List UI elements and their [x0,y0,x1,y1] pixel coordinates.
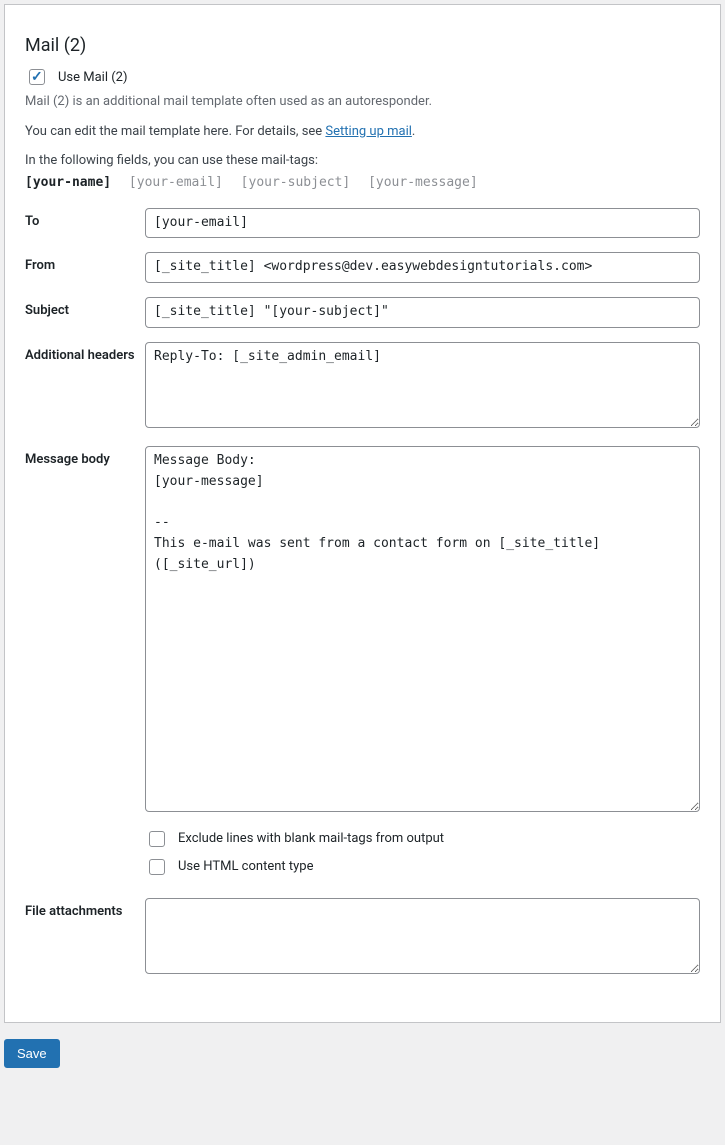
body-label: Message body [25,446,145,467]
mail-tag-your-email: [your-email] [129,175,223,190]
body-textarea[interactable] [145,446,700,812]
attachments-label: File attachments [25,898,145,919]
headers-row: Additional headers [25,342,700,432]
to-input[interactable] [145,208,700,239]
subject-row: Subject [25,297,700,328]
use-html-row: Use HTML content type [145,856,700,878]
setting-up-mail-link[interactable]: Setting up mail [325,124,411,139]
tags-hint: In the following fields, you can use the… [25,151,700,171]
edit-hint: You can edit the mail template here. For… [25,122,700,142]
mail-tag-your-message: [your-message] [368,175,478,190]
use-mail2-label: Use Mail (2) [58,70,128,85]
from-label: From [25,252,145,273]
use-html-checkbox[interactable] [149,859,165,875]
body-row: Message body Exclude lines with blank ma… [25,446,700,884]
use-mail2-checkbox[interactable] [29,69,45,85]
attachments-textarea[interactable] [145,898,700,974]
section-title: Mail (2) [25,35,700,56]
use-html-label: Use HTML content type [178,859,313,874]
edit-hint-pre: You can edit the mail template here. For… [25,124,325,139]
attachments-row: File attachments [25,898,700,978]
edit-hint-post: . [412,124,415,139]
mail-tag-your-subject: [your-subject] [241,175,351,190]
use-mail2-row: Use Mail (2) [25,66,700,88]
subject-input[interactable] [145,297,700,328]
subject-label: Subject [25,297,145,318]
mail2-description: Mail (2) is an additional mail template … [25,92,700,112]
save-button[interactable]: Save [4,1039,60,1068]
headers-label: Additional headers [25,342,145,363]
mail-tag-your-name: [your-name] [25,175,111,190]
mail-tags-list: [your-name] [your-email] [your-subject] … [25,175,700,190]
headers-textarea[interactable] [145,342,700,428]
to-row: To [25,208,700,239]
to-label: To [25,208,145,229]
from-input[interactable] [145,252,700,283]
exclude-blank-row: Exclude lines with blank mail-tags from … [145,828,700,850]
mail2-panel: Mail (2) Use Mail (2) Mail (2) is an add… [4,4,721,1023]
from-row: From [25,252,700,283]
exclude-blank-label: Exclude lines with blank mail-tags from … [178,831,444,846]
exclude-blank-checkbox[interactable] [149,831,165,847]
